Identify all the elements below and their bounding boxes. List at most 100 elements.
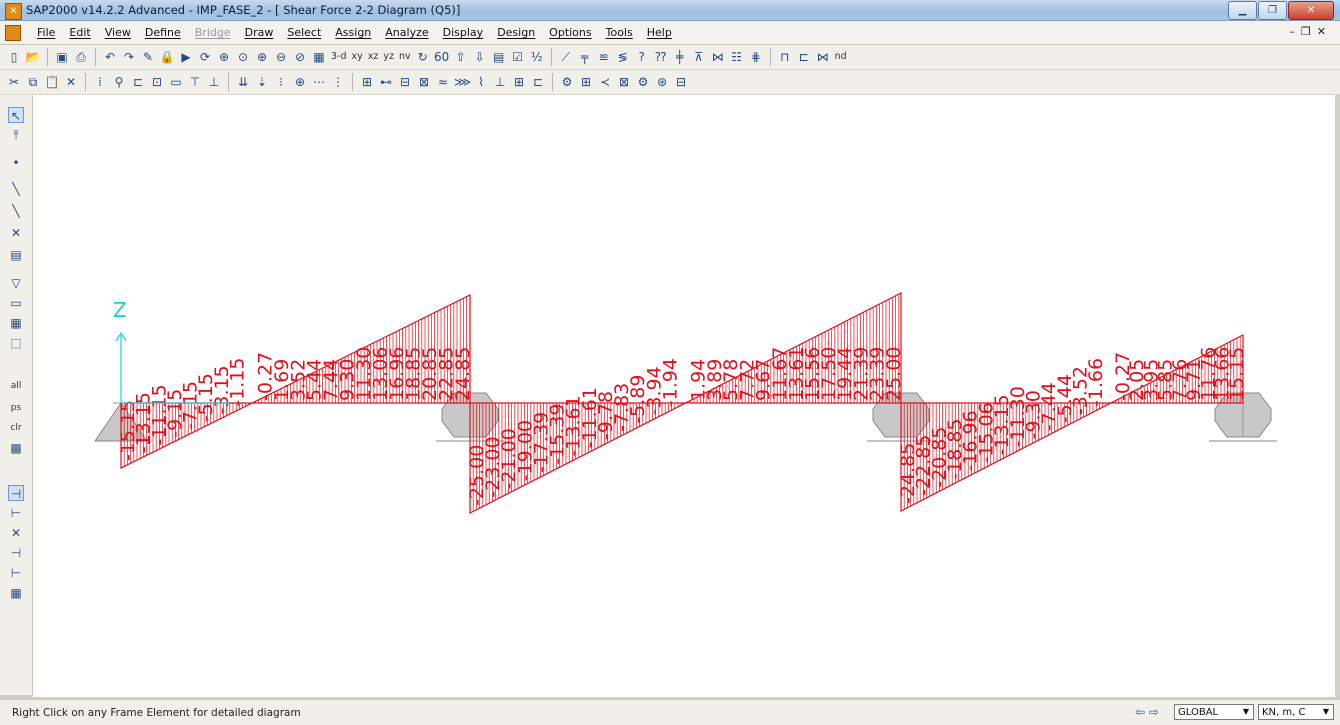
zoom-full-icon[interactable]: ⊙ [235, 49, 251, 65]
assign-link-icon[interactable]: ⊷ [378, 74, 394, 90]
stress-icon[interactable]: ≌ [596, 49, 612, 65]
model-canvas[interactable]: -15.15 -13.15 -11.15 -9.15 -7.15 -5.15 -3.15 -1… [33, 95, 1335, 697]
menu-display[interactable]: Display [436, 26, 491, 39]
clear-selection-button[interactable]: clr [8, 420, 24, 436]
pan-icon[interactable]: ⊘ [292, 49, 308, 65]
snap-perpendicular-icon[interactable]: ⊣ [8, 545, 24, 561]
view-yz-button[interactable]: yz [382, 49, 395, 65]
chevron-down-icon[interactable]: ▼ [1239, 705, 1253, 719]
rotate-icon[interactable]: ↻ [415, 49, 431, 65]
cut-icon[interactable]: ✂ [6, 74, 22, 90]
pencil-icon[interactable]: ✎ [140, 49, 156, 65]
copy-icon[interactable]: ⧉ [25, 74, 41, 90]
menu-file[interactable]: File [30, 26, 62, 39]
close-button[interactable]: ✕ [1288, 1, 1334, 20]
undo-icon[interactable]: ↶ [102, 49, 118, 65]
new-model-icon[interactable]: ▯ [6, 49, 22, 65]
joint-icon[interactable]: ⁞ [92, 74, 108, 90]
zoom-in-icon[interactable]: ⊕ [254, 49, 270, 65]
section-cut-icon[interactable]: ⊼ [691, 49, 707, 65]
menu-bridge[interactable]: Bridge [188, 26, 238, 39]
menu-design[interactable]: Design [490, 26, 542, 39]
area-load-icon[interactable]: ⋯ [311, 74, 327, 90]
view-nv-button[interactable]: nv [398, 49, 412, 65]
assign-spring-icon[interactable]: ⌇ [473, 74, 489, 90]
show-legend-icon[interactable]: ⊟ [673, 74, 689, 90]
uniform-load-icon[interactable]: ⋮ [330, 74, 346, 90]
view-frame-icon[interactable]: ▦ [311, 49, 327, 65]
load-pattern-icon[interactable]: ⊤ [187, 74, 203, 90]
snap-intersection-icon[interactable]: ✕ [8, 525, 24, 541]
show-stress-icon[interactable]: ≺ [597, 74, 613, 90]
snap-lines-icon[interactable]: ⊢ [8, 565, 24, 581]
point-load-icon[interactable]: ⁝ [273, 74, 289, 90]
draw-brace-icon[interactable]: ✕ [8, 225, 24, 241]
paste-icon[interactable]: 📋 [44, 74, 60, 90]
coordinate-system-select[interactable]: GLOBAL ▼ [1174, 704, 1254, 720]
assign-solid-icon[interactable]: ⊠ [416, 74, 432, 90]
snap-points-icon[interactable]: ⊣ [8, 485, 24, 501]
show-labels-icon[interactable]: ⊛ [654, 74, 670, 90]
checkbox-icon[interactable]: ☑ [510, 49, 526, 65]
restore-button[interactable]: ❐ [1258, 1, 1287, 20]
show-design-icon[interactable]: ⊠ [616, 74, 632, 90]
assign-frame-icon[interactable]: ⊞ [359, 74, 375, 90]
nd-button[interactable]: nd [834, 49, 848, 65]
menu-view[interactable]: View [98, 26, 138, 39]
draw-rect-area-icon[interactable]: ▭ [8, 295, 24, 311]
frame-section-icon[interactable]: ⊡ [149, 74, 165, 90]
pointer-icon[interactable]: ↖ [8, 107, 24, 123]
refresh-icon[interactable]: ⟳ [197, 49, 213, 65]
print-icon[interactable]: ⎙ [73, 49, 89, 65]
brace-icon[interactable]: ⊏ [796, 49, 812, 65]
joint-load-icon[interactable]: ⇊ [235, 74, 251, 90]
results-icon[interactable]: ⋕ [748, 49, 764, 65]
assign-diaphragm-icon[interactable]: ⊞ [511, 74, 527, 90]
view-xz-button[interactable]: xz [367, 49, 380, 65]
assign-tendon-icon[interactable]: ⋙ [454, 74, 471, 90]
chevron-down-icon[interactable]: ▼ [1319, 705, 1333, 719]
assign-group-icon[interactable]: ⊏ [530, 74, 546, 90]
draw-solid-icon[interactable]: ⬚ [8, 335, 24, 351]
view-3d-button[interactable]: 3-d [330, 49, 348, 65]
quick-draw-frame-icon[interactable]: ╲ [8, 203, 24, 219]
units-select[interactable]: KN, m, C ▼ [1258, 704, 1334, 720]
snap-ends-icon[interactable]: ⊢ [8, 505, 24, 521]
open-file-icon[interactable]: 📂 [25, 49, 41, 65]
menu-help[interactable]: Help [640, 26, 679, 39]
snap-grid-icon[interactable]: ▦ [8, 585, 24, 601]
forward-arrow-icon[interactable]: ⇨ [1149, 705, 1159, 719]
assign-cable-icon[interactable]: ≈ [435, 74, 451, 90]
previous-selection-button[interactable]: ps [8, 400, 24, 416]
minimize-button[interactable]: ▁ [1228, 1, 1257, 20]
draw-section-cut-icon[interactable]: ▤ [8, 247, 24, 263]
forces-icon[interactable]: ╤ [577, 49, 593, 65]
area-section-icon[interactable]: ▭ [168, 74, 184, 90]
run-analysis-icon[interactable]: ▶ [178, 49, 194, 65]
document-icon[interactable] [5, 25, 21, 41]
sap2000-app-icon[interactable]: ✕ [5, 3, 22, 20]
fraction-icon[interactable]: ½ [529, 49, 545, 65]
menu-edit[interactable]: Edit [62, 26, 97, 39]
menu-define[interactable]: Define [138, 26, 188, 39]
assign-mass-icon[interactable]: ⊥ [492, 74, 508, 90]
virtual-work-icon[interactable]: ≶ [615, 49, 631, 65]
assign-area-icon[interactable]: ⊟ [397, 74, 413, 90]
grid-icon[interactable]: ▤ [491, 49, 507, 65]
menu-select[interactable]: Select [280, 26, 328, 39]
reshape-icon[interactable]: ⤒ [8, 127, 24, 143]
menu-tools[interactable]: Tools [599, 26, 640, 39]
frame-icon[interactable]: ⊓ [777, 49, 793, 65]
frame-release-icon[interactable]: ⊏ [130, 74, 146, 90]
frame-load-icon[interactable]: ⇣ [254, 74, 270, 90]
deformed-shape-icon[interactable]: ⟋ [558, 49, 574, 65]
zoom-window-icon[interactable]: ⊕ [216, 49, 232, 65]
load-case-icon[interactable]: ⊥ [206, 74, 222, 90]
menu-options[interactable]: Options [542, 26, 598, 39]
design-icon[interactable]: ☷ [729, 49, 745, 65]
show-settings-icon[interactable]: ⚙ [635, 74, 651, 90]
show-tables-icon[interactable]: ⊞ [578, 74, 594, 90]
moment-icon[interactable]: ⋈ [710, 49, 726, 65]
perspective-icon[interactable]: 60 [434, 49, 450, 65]
restraint-icon[interactable]: ⚲ [111, 74, 127, 90]
